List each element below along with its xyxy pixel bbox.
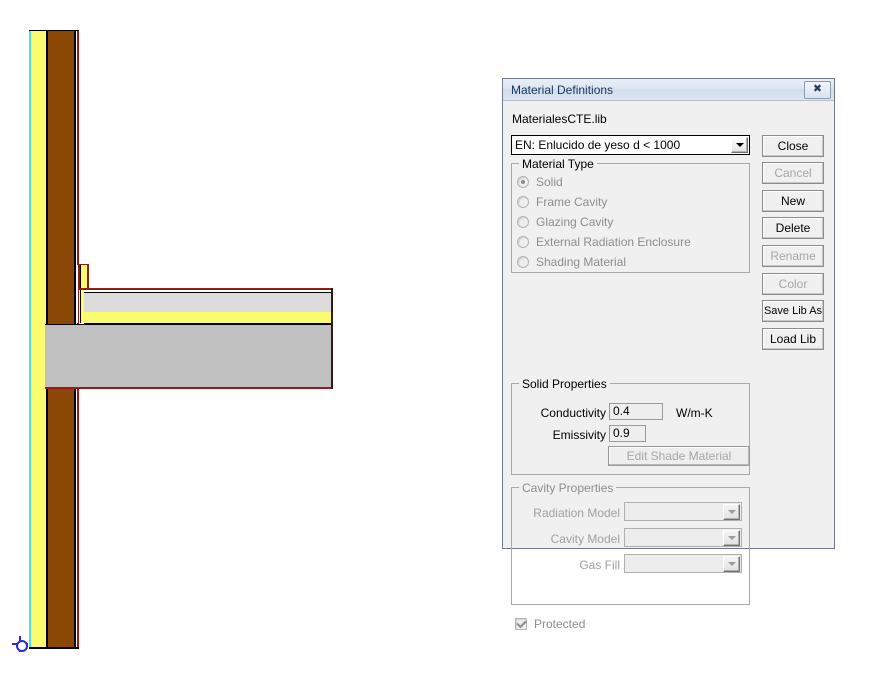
radio-icon-external-radiation-enclosure (517, 236, 529, 248)
slab-bottom-boundary (45, 387, 333, 389)
slab-layer-plaster (84, 292, 332, 313)
save-lib-as-button[interactable]: Save Lib As (762, 300, 824, 322)
radio-solid[interactable]: Solid (517, 175, 563, 189)
solid-properties-group: Solid Properties Conductivity 0.4 W/m-K … (511, 377, 750, 475)
new-button[interactable]: New (762, 190, 824, 212)
material-select-value: EN: Enlucido de yeso d < 1000 (515, 138, 681, 152)
material-type-legend: Material Type (519, 157, 597, 171)
radio-icon-shading-material (517, 256, 529, 268)
radio-shading-material[interactable]: Shading Material (517, 255, 626, 269)
radio-frame-cavity[interactable]: Frame Cavity (517, 195, 607, 209)
conductivity-input[interactable]: 0.4 (609, 403, 663, 420)
radio-glazing-cavity[interactable]: Glazing Cavity (517, 215, 613, 229)
chevron-down-icon-gas-fill (723, 555, 740, 572)
gas-fill-select (624, 554, 742, 573)
radiation-model-label: Radiation Model (533, 506, 620, 520)
conductivity-label: Conductivity (540, 406, 606, 420)
wall-bottom-edge (29, 647, 79, 649)
cancel-button: Cancel (762, 162, 824, 184)
radio-external-radiation-enclosure[interactable]: External Radiation Enclosure (517, 235, 691, 249)
edit-shade-material-button: Edit Shade Material (608, 446, 750, 466)
emissivity-label: Emissivity (552, 428, 606, 442)
radio-label-external-radiation-enclosure: External Radiation Enclosure (536, 235, 691, 249)
slab-right-edge (331, 288, 333, 389)
junction-boundary-right (87, 265, 89, 290)
protected-label: Protected (534, 617, 586, 631)
gas-fill-label: Gas Fill (579, 558, 620, 572)
load-lib-button[interactable]: Load Lib (762, 328, 824, 350)
checkbox-icon-protected (515, 617, 527, 630)
chevron-down-icon-radiation-model (723, 503, 740, 520)
wall-layer-insulation (31, 31, 46, 649)
protected-checkbox: Protected (515, 617, 585, 631)
radio-icon-glazing-cavity (517, 216, 529, 228)
conductivity-unit-label: W/m-K (676, 406, 713, 420)
dialog-titlebar[interactable]: Material Definitions ✖ (503, 79, 834, 101)
radio-label-shading-material: Shading Material (536, 255, 627, 269)
radio-label-glazing-cavity: Glazing Cavity (536, 215, 614, 229)
chevron-down-icon-cavity-model (723, 529, 740, 546)
material-select[interactable]: EN: Enlucido de yeso d < 1000 (511, 135, 750, 155)
cavity-properties-group: Cavity Properties Radiation Model Cavity… (511, 481, 750, 605)
origin-crosshair-icon (12, 636, 28, 652)
radio-icon-solid (517, 176, 529, 188)
radio-icon-frame-cavity (517, 196, 529, 208)
cavity-model-label: Cavity Model (550, 532, 620, 546)
delete-button[interactable]: Delete (762, 217, 824, 239)
close-button[interactable]: Close (762, 135, 824, 157)
radio-label-frame-cavity: Frame Cavity (536, 195, 608, 209)
radio-label-solid: Solid (536, 175, 563, 189)
slab-layer-concrete (45, 324, 332, 388)
close-icon[interactable]: ✖ (804, 80, 831, 99)
radiation-model-select (624, 502, 742, 521)
library-file-label: MaterialesCTE.lib (512, 112, 607, 126)
slab-layer-insulation (84, 312, 332, 324)
color-button: Color (762, 273, 824, 295)
rename-button: Rename (762, 245, 824, 267)
cad-drawing-canvas[interactable] (0, 0, 460, 679)
cavity-properties-legend: Cavity Properties (519, 481, 617, 495)
emissivity-input[interactable]: 0.9 (609, 425, 646, 442)
dialog-title: Material Definitions (511, 82, 614, 97)
solid-properties-legend: Solid Properties (519, 377, 610, 391)
cavity-model-select (624, 528, 742, 547)
chevron-down-icon[interactable] (731, 137, 748, 153)
